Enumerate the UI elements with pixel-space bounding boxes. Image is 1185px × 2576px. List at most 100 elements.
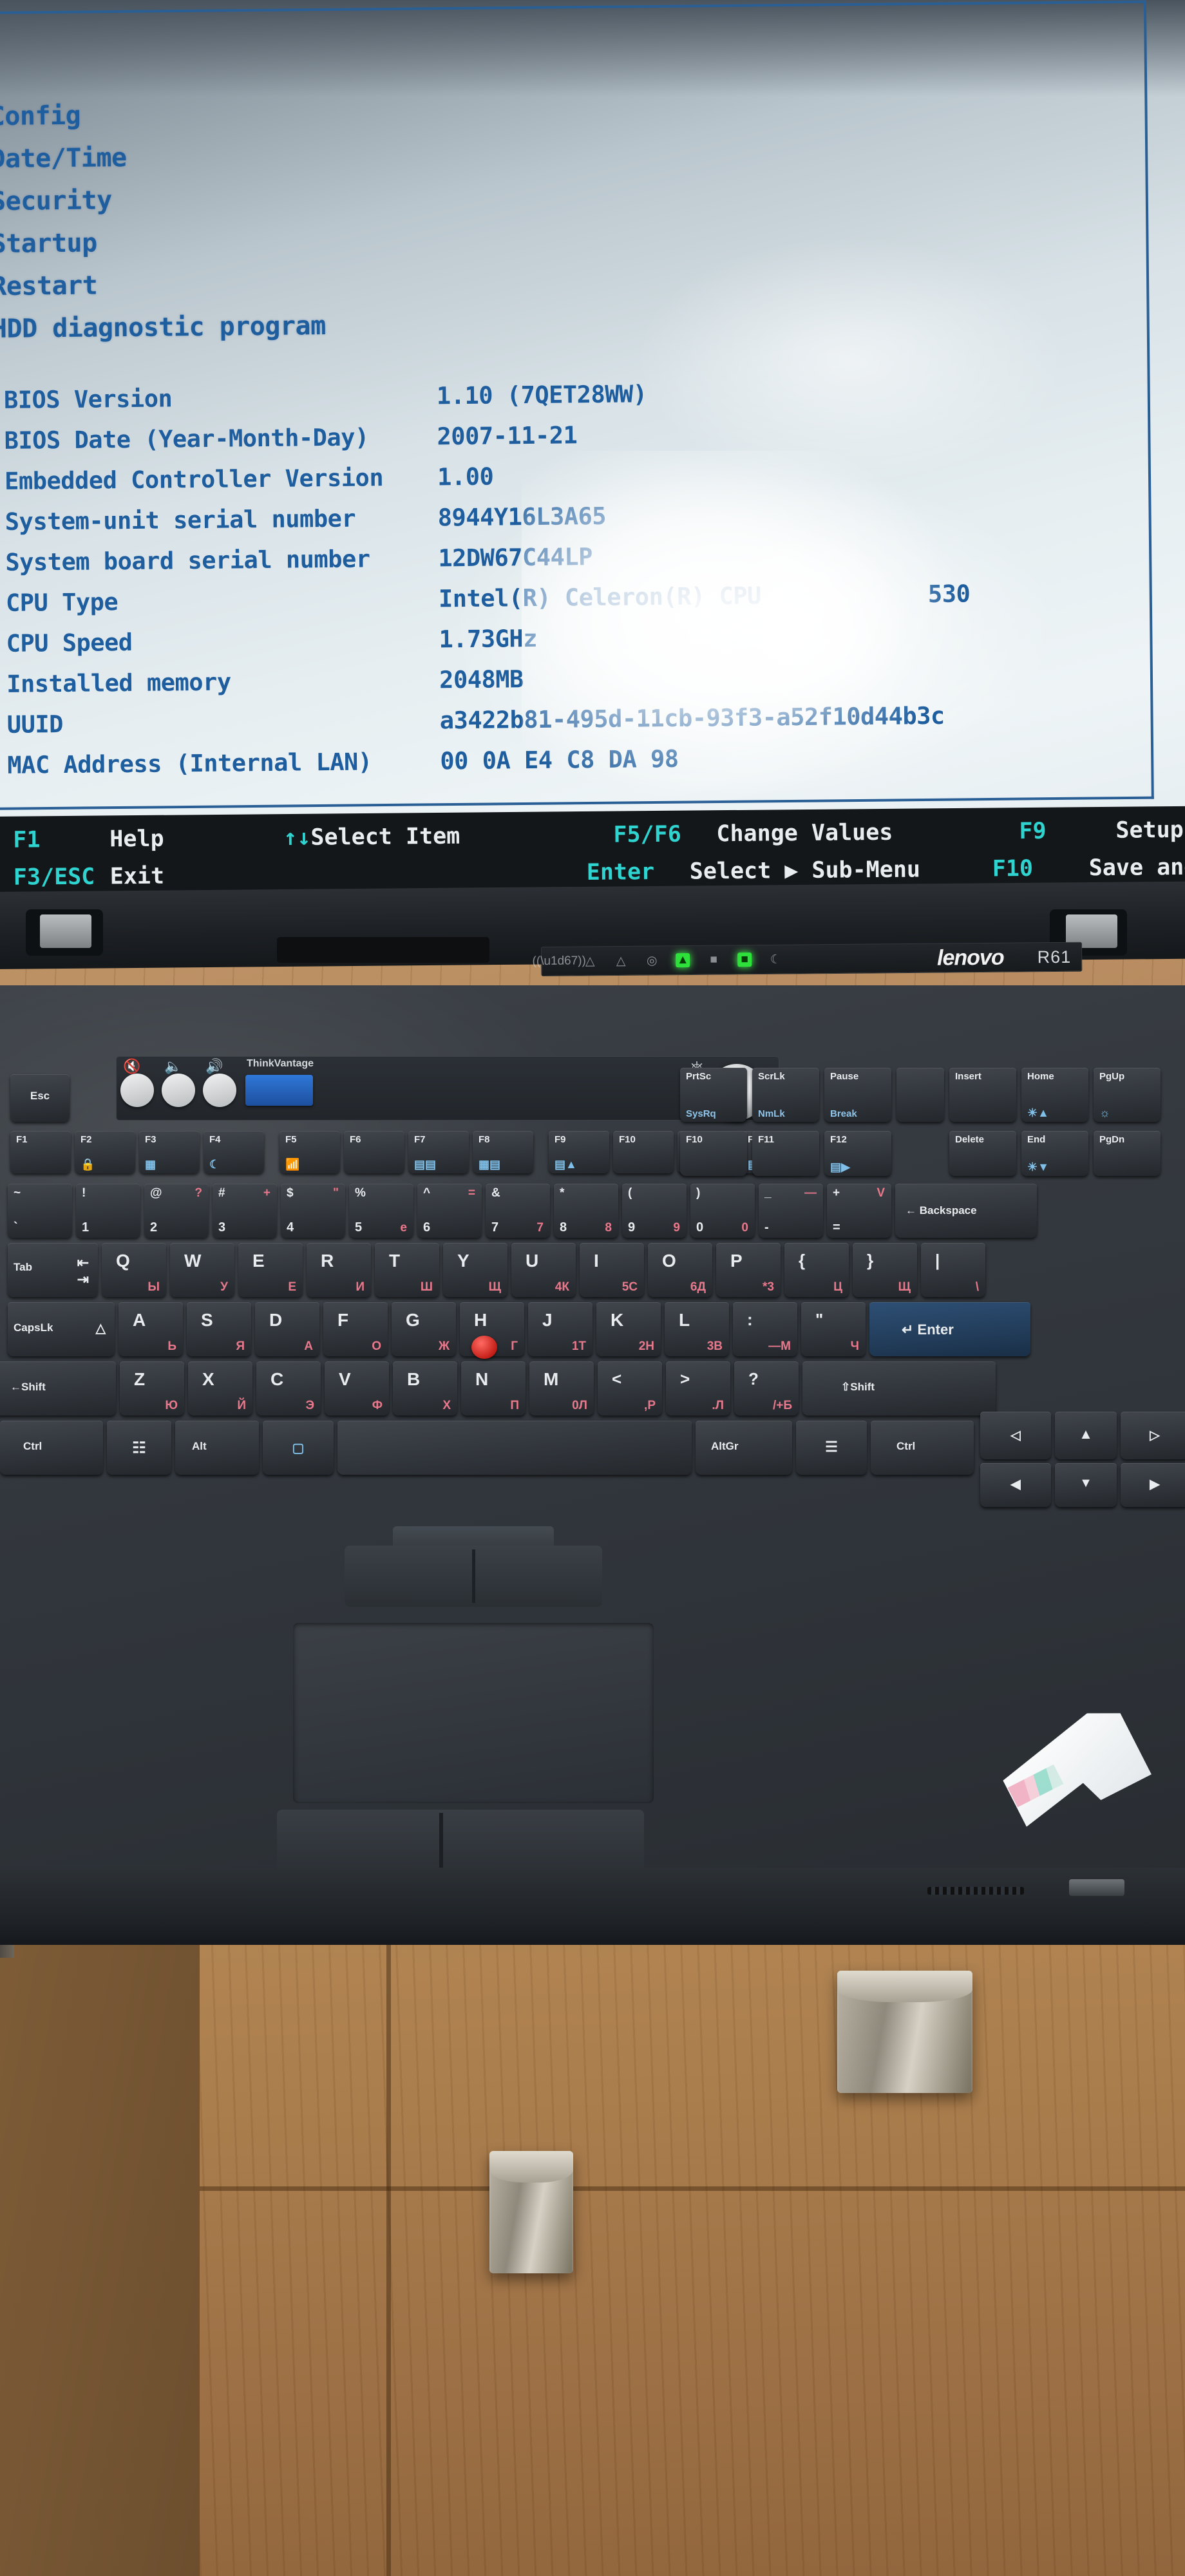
key-e[interactable]: EЕ [238,1243,303,1297]
key-shift-right[interactable]: ⇧Shift [802,1361,996,1416]
key-f2[interactable]: F2 🔒 [75,1131,135,1173]
key-t[interactable]: TШ [375,1243,439,1297]
key-delete[interactable]: Delete [949,1131,1016,1176]
cabinet-knob-right[interactable] [837,1971,972,2093]
key-f10[interactable]: F10 [613,1131,674,1173]
footer-key-f5f6[interactable]: F5/F6 [613,815,717,853]
touchpad-buttons[interactable] [277,1810,644,1874]
key-f9[interactable]: F9 ▤▲ [549,1131,609,1173]
key-backslash[interactable]: | \ [921,1243,985,1297]
key-f7[interactable]: F7 ▤▤ [408,1131,469,1173]
key-i[interactable]: I 5С [580,1243,644,1297]
key-3[interactable]: #3 + [213,1184,277,1238]
key-quote[interactable]: " Ч [801,1302,866,1356]
key-5[interactable]: % 5 е [349,1184,413,1238]
key-semicolon[interactable]: : —М [733,1302,797,1356]
trackpoint-nub[interactable] [471,1336,497,1359]
cabinet-knob-left[interactable] [489,2151,573,2273]
key-back[interactable]: ◁ [980,1412,1051,1459]
bios-menu-item-datetime[interactable]: Date/Time [0,135,324,180]
key-scrlk[interactable]: ScrLk NmLk [752,1068,819,1122]
key-b[interactable]: BХ [393,1361,457,1416]
bios-menu-item-hdd-diagnostic[interactable]: HDD diagnostic program [0,305,326,350]
key-period[interactable]: > .Л [666,1361,730,1416]
trackpoint-buttons[interactable] [345,1546,602,1607]
key-f1[interactable]: F1 [10,1131,71,1173]
lid-latch[interactable] [1069,1879,1124,1896]
key-fn[interactable]: ▢ [263,1421,334,1475]
footer-key-f9[interactable]: F9 [1019,812,1116,850]
key-arrow-right[interactable]: ▶ [1121,1463,1185,1507]
key-pgup[interactable]: PgUp ☼ [1094,1068,1161,1122]
key-f6[interactable]: F6 [344,1131,404,1173]
key-esc[interactable]: Esc [10,1074,70,1122]
key-capslock[interactable]: CapsLk △ [8,1302,115,1356]
key-1[interactable]: ! 1 [76,1184,140,1238]
key-f[interactable]: FО [323,1302,388,1356]
key-j[interactable]: J 1Т [528,1302,592,1356]
key-z[interactable]: ZЮ [120,1361,184,1416]
key-o[interactable]: O 6Д [648,1243,712,1297]
key-f8[interactable]: F8 ▦▤ [473,1131,533,1173]
touchpad[interactable] [293,1623,654,1803]
key-end[interactable]: End ☀▼ [1021,1131,1088,1176]
key-n[interactable]: NП [461,1361,526,1416]
key-f12-nav[interactable]: F12 ▤▶ [824,1131,891,1176]
key-equals[interactable]: + = V [827,1184,891,1238]
volume-up-button[interactable] [203,1074,236,1107]
key-f3[interactable]: F3 ▦ [139,1131,200,1173]
key-k[interactable]: K 2Н [596,1302,661,1356]
key-ctrl-right[interactable]: Ctrl [871,1421,974,1475]
bios-menu-item-restart[interactable]: Restart [0,262,325,308]
key-comma[interactable]: < ,Р [598,1361,662,1416]
key-bracket-left[interactable]: {Ц [784,1243,849,1297]
key-insert[interactable]: Insert [949,1068,1016,1122]
key-backtick[interactable]: ~ ` [8,1184,72,1238]
key-arrow-left[interactable]: ◀ [980,1463,1051,1507]
key-q[interactable]: QЫ [102,1243,166,1297]
key-u[interactable]: U 4К [511,1243,576,1297]
key-x[interactable]: XЙ [188,1361,252,1416]
key-prtsc[interactable]: PrtSc SysRq [680,1068,747,1122]
key-windows[interactable]: ☷ [107,1421,171,1475]
key-tab[interactable]: Tab ⇤ ⇥ [8,1243,98,1297]
key-minus[interactable]: _ - — [759,1184,823,1238]
key-f10-nav[interactable]: F10 [680,1131,747,1176]
key-ctrl-left[interactable]: Ctrl [0,1421,103,1475]
volume-down-button[interactable] [162,1074,195,1107]
key-g[interactable]: GЖ [392,1302,456,1356]
mute-button[interactable] [120,1074,154,1107]
bios-menu-item-startup[interactable]: Startup [0,220,325,265]
key-f11-nav[interactable]: F11 [752,1131,819,1176]
key-r[interactable]: RИ [307,1243,371,1297]
key-8[interactable]: * 8 8 [554,1184,618,1238]
key-4[interactable]: $4 " [281,1184,345,1238]
bios-menu-item-security[interactable]: Security [0,177,325,223]
key-f5[interactable]: F5 📶 [280,1131,340,1173]
key-d[interactable]: DА [255,1302,319,1356]
key-arrow-up[interactable]: ▲ [1055,1412,1117,1459]
key-a[interactable]: AЬ [118,1302,183,1356]
key-home[interactable]: Home ☀▲ [1021,1068,1088,1122]
key-l[interactable]: L 3В [665,1302,729,1356]
key-slash[interactable]: ? /+Б [734,1361,799,1416]
key-backspace[interactable]: ← Backspace [895,1184,1037,1238]
key-bracket-right[interactable]: } Щ [853,1243,917,1297]
bios-menu-item-config[interactable]: Config [0,92,324,138]
key-menu[interactable]: ☰ [796,1421,867,1475]
key-0[interactable]: ) 0 0 [690,1184,755,1238]
key-6[interactable]: ^ 6 = [417,1184,482,1238]
key-f4[interactable]: F4 ☾ [204,1131,264,1173]
key-alt-left[interactable]: Alt [175,1421,259,1475]
key-enter[interactable]: ↵ Enter [869,1302,1030,1356]
key-pgdn[interactable]: PgDn [1094,1131,1161,1176]
key-y[interactable]: YЩ [443,1243,507,1297]
key-space[interactable] [337,1421,692,1475]
key-9[interactable]: (9 9 [622,1184,687,1238]
key-s[interactable]: SЯ [187,1302,251,1356]
key-forward[interactable]: ▷ [1121,1412,1185,1459]
key-c[interactable]: CЭ [256,1361,321,1416]
key-arrow-down[interactable]: ▼ [1055,1463,1117,1507]
key-7[interactable]: & 7 7 [486,1184,550,1238]
key-p[interactable]: P *3 [716,1243,781,1297]
